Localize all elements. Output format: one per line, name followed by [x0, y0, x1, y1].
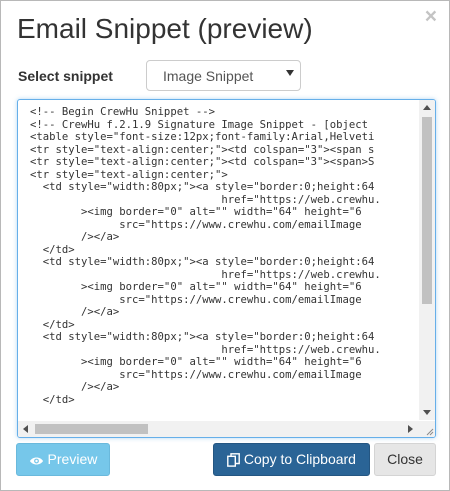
- scroll-left-arrow-icon[interactable]: [23, 425, 28, 433]
- code-line: </td>: [30, 318, 75, 331]
- caret-down-icon: [286, 70, 294, 76]
- code-line: <td style="width:80px;"><a style="border…: [30, 181, 375, 193]
- close-button-label: Close: [387, 451, 423, 467]
- code-line: ><img border="0" alt="" width="64" heigh…: [30, 356, 362, 368]
- snippet-code-content[interactable]: <!-- Begin CrewHu Snippet --> <!-- CrewHu…: [30, 106, 422, 416]
- copy-to-clipboard-button[interactable]: Copy to Clipboard: [213, 443, 370, 476]
- clipboard-icon: [227, 453, 240, 467]
- code-line: <td style="width:80px;"><a style="border…: [30, 256, 375, 268]
- code-line: ><img border="0" alt="" width="64" heigh…: [30, 206, 362, 218]
- code-line: src="https://www.crewhu.com/emailImage: [30, 218, 362, 231]
- copy-button-label: Copy to Clipboard: [243, 451, 356, 467]
- code-line: </td>: [30, 393, 75, 406]
- close-button[interactable]: Close: [374, 443, 436, 476]
- code-line: href="https://web.crewhu.: [30, 268, 381, 281]
- code-line: /></a>: [30, 231, 120, 243]
- snippet-select-value: Image Snippet: [163, 68, 254, 84]
- horizontal-scroll-thumb[interactable]: [35, 424, 148, 434]
- code-line: /></a>: [30, 306, 120, 318]
- code-line: src="https://www.crewhu.com/emailImage: [30, 293, 362, 306]
- code-line: href="https://web.crewhu.: [30, 343, 381, 356]
- code-line: href="https://web.crewhu.: [30, 193, 381, 206]
- preview-button-label: Preview: [47, 451, 98, 467]
- code-line: <tr style="text-align:center;"><td colsp…: [30, 156, 375, 168]
- code-line: ><img border="0" alt="" width="64" heigh…: [30, 281, 362, 293]
- code-line: <table style="font-size:12px;font-family…: [30, 131, 375, 143]
- code-line: <tr style="text-align:center;">: [30, 168, 228, 181]
- code-line: /></a>: [30, 381, 120, 393]
- code-line: <!-- CrewHu f.2.1.9 Signature Image Snip…: [30, 118, 369, 131]
- vertical-scrollbar[interactable]: [419, 100, 435, 420]
- scroll-right-arrow-icon[interactable]: [408, 425, 413, 433]
- resize-grip-icon[interactable]: [419, 421, 435, 437]
- scroll-up-arrow-icon[interactable]: [423, 105, 431, 110]
- snippet-code-textarea[interactable]: <!-- Begin CrewHu Snippet --> <!-- CrewHu…: [17, 99, 436, 438]
- dialog-title: Email Snippet (preview): [17, 13, 313, 44]
- email-snippet-dialog: × Email Snippet (preview) Select snippet…: [0, 0, 450, 491]
- preview-button[interactable]: Preview: [16, 443, 110, 476]
- code-line: </td>: [30, 243, 75, 256]
- code-line: src="https://www.crewhu.com/emailImage: [30, 368, 362, 381]
- eye-icon: [29, 457, 43, 465]
- select-snippet-label: Select snippet: [18, 68, 113, 84]
- scroll-down-arrow-icon[interactable]: [423, 410, 431, 415]
- snippet-select[interactable]: Image Snippet: [146, 60, 301, 91]
- horizontal-scrollbar[interactable]: [18, 421, 419, 437]
- code-line: <td style="width:80px;"><a style="border…: [30, 331, 375, 343]
- code-line: <tr style="text-align:center;"><td colsp…: [30, 143, 375, 156]
- code-line: <!-- Begin CrewHu Snippet -->: [30, 106, 215, 118]
- vertical-scroll-thumb[interactable]: [422, 117, 432, 304]
- close-icon[interactable]: ×: [425, 5, 437, 29]
